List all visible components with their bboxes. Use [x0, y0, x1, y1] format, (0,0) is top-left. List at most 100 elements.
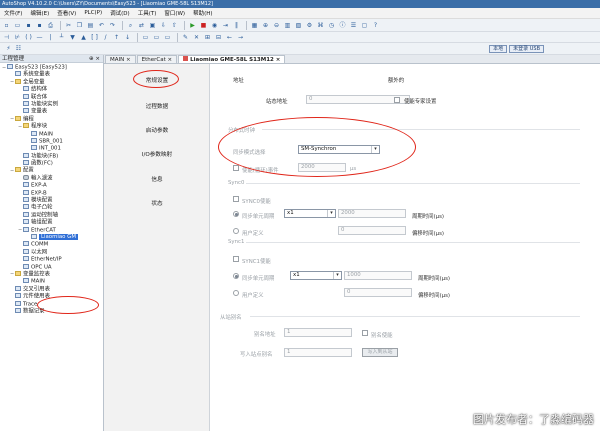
sync0-multiplier-select[interactable]: x1 ▾	[284, 209, 336, 218]
sync0-user-field[interactable]: 0	[338, 226, 406, 235]
print-icon[interactable]: ⎙	[46, 21, 55, 30]
grid-icon[interactable]: ▥	[283, 21, 292, 30]
stop-icon[interactable]: ■	[199, 21, 208, 30]
chart-icon[interactable]: ▧	[294, 21, 303, 30]
menu-debug[interactable]: 调试(D)	[106, 9, 134, 17]
find-icon[interactable]: ⌕	[126, 21, 135, 30]
sync1-user-field[interactable]: 0	[344, 288, 412, 297]
down-arrow-icon[interactable]: ▼	[68, 33, 77, 42]
delete-icon[interactable]: ✕	[192, 33, 201, 42]
tab-close-icon[interactable]: ×	[168, 57, 173, 63]
sync1-unit-cycle-radio[interactable]	[233, 273, 239, 279]
tree-item[interactable]: MAIN	[0, 130, 103, 138]
sync-unit-checkbox[interactable]	[233, 165, 239, 171]
save-all-icon[interactable]: ▪	[35, 21, 44, 30]
block-icon-2[interactable]: ▭	[152, 33, 161, 42]
tree-item[interactable]: − 变量监控表	[0, 270, 103, 278]
nav-startup-params[interactable]: 启动参数	[104, 126, 210, 134]
menu-plc[interactable]: PLC(P)	[80, 10, 106, 16]
menu-edit[interactable]: 编辑(E)	[26, 9, 53, 17]
copy-icon[interactable]: ❐	[75, 21, 84, 30]
redo-icon[interactable]: ↷	[108, 21, 117, 30]
download-icon[interactable]: ⇩	[159, 21, 168, 30]
branch-icon[interactable]: ┴	[57, 33, 66, 42]
alias-enable-checkbox[interactable]	[362, 330, 368, 336]
upload-icon[interactable]: ⇧	[170, 21, 179, 30]
tab-main[interactable]: MAIN ×	[105, 55, 136, 63]
tab-ethercat[interactable]: EtherCat ×	[136, 55, 178, 63]
tree-item[interactable]: 轴组配置	[0, 219, 103, 226]
tree-item[interactable]: − 程序块	[0, 123, 103, 130]
up-arrow-icon[interactable]: ▲	[79, 33, 88, 42]
open-folder-icon[interactable]: ▭	[13, 21, 22, 30]
tree-item[interactable]: − 配置	[0, 167, 103, 174]
sync1-multiplier-select[interactable]: x1 ▾	[290, 271, 342, 280]
menu-view[interactable]: 查看(V)	[53, 9, 80, 17]
tree-item[interactable]: 輸入濾波	[0, 174, 103, 182]
invert-icon[interactable]: /	[101, 33, 110, 42]
sync0-enable-checkbox[interactable]	[233, 196, 239, 202]
new-file-icon[interactable]: ▫	[2, 21, 11, 30]
sync1-enable-checkbox[interactable]	[233, 256, 239, 262]
tab-close-icon[interactable]: ×	[126, 57, 131, 63]
falling-edge-icon[interactable]: ↓	[123, 33, 132, 42]
run-icon[interactable]: ▶	[188, 21, 197, 30]
tree-item[interactable]: − Easy523 [Easy523]	[0, 64, 103, 71]
sync1-user-defined-radio[interactable]	[233, 290, 239, 296]
insert-row-icon[interactable]: ⊞	[203, 33, 212, 42]
tree-item[interactable]: 电子凸轮	[0, 204, 103, 211]
step-icon[interactable]: ⇥	[221, 21, 230, 30]
tree-item[interactable]: EtherNet/IP	[0, 256, 103, 263]
rising-edge-icon[interactable]: ↑	[112, 33, 121, 42]
clock-icon[interactable]: ◷	[327, 21, 336, 30]
delete-row-icon[interactable]: ⊟	[214, 33, 223, 42]
tree-item[interactable]: 功能块(FB)	[0, 152, 103, 160]
tree-item[interactable]: 运动控制轴	[0, 211, 103, 219]
tree-item[interactable]: EXP-B	[0, 189, 103, 197]
chevron-down-icon[interactable]: ▾	[327, 210, 335, 217]
alias-address-field[interactable]: 1	[284, 328, 352, 337]
tree-item[interactable]: SBR_001	[0, 137, 103, 145]
zoom-in-icon[interactable]: ⊕	[261, 21, 270, 30]
nav-io-mapping[interactable]: I/O参数映射	[104, 150, 210, 158]
cut-icon[interactable]: ✂	[64, 21, 73, 30]
menu-help[interactable]: 帮助(H)	[189, 9, 216, 17]
pause-icon[interactable]: ‖	[232, 21, 241, 30]
write-to-slave-button[interactable]: 写入到从站	[362, 348, 398, 357]
undo-icon[interactable]: ↶	[97, 21, 106, 30]
tree-item[interactable]: − EtherCAT	[0, 226, 103, 234]
tree-item[interactable]: 模块配置	[0, 197, 103, 204]
nav-process-data[interactable]: 过程数据	[104, 102, 210, 110]
sync1-cycle-field[interactable]: 1000	[344, 271, 412, 280]
tree-item[interactable]: 以太网	[0, 248, 103, 256]
tree-item[interactable]: INT_001	[0, 145, 103, 152]
tree-item[interactable]: OPC UA	[0, 263, 103, 271]
block-icon[interactable]: ▭	[141, 33, 150, 42]
settings-icon[interactable]: ⚙	[305, 21, 314, 30]
menu-window[interactable]: 窗口(W)	[160, 9, 189, 17]
comment-icon[interactable]: ✎	[181, 33, 190, 42]
contact-nc-icon[interactable]: ⊬	[13, 33, 22, 42]
tree-item[interactable]: 联合体	[0, 93, 103, 101]
network-icon[interactable]: ⌘	[316, 21, 325, 30]
sync0-unit-cycle-radio[interactable]	[233, 211, 239, 217]
block-icon-3[interactable]: ▭	[163, 33, 172, 42]
zoom-out-icon[interactable]: ⊖	[272, 21, 281, 30]
tree-item[interactable]: 结构体	[0, 86, 103, 93]
vline-icon[interactable]: |	[46, 33, 55, 42]
tree-item[interactable]: 函数(FC)	[0, 160, 103, 167]
instruction-icon[interactable]: [ ]	[90, 33, 99, 42]
tree-item[interactable]: 交叉引用表	[0, 285, 103, 293]
write-alias-field[interactable]: 1	[284, 348, 352, 357]
panel-pin-icon[interactable]: ⊕ ×	[89, 55, 100, 63]
sync0-user-defined-radio[interactable]	[233, 228, 239, 234]
tree-item[interactable]: − 编程	[0, 115, 103, 123]
tree-item[interactable]: Liaomiao GM	[0, 233, 103, 241]
tree-item[interactable]: 系统变量表	[0, 71, 103, 78]
tree-item[interactable]: 功能块实例	[0, 100, 103, 108]
coil-icon[interactable]: ( )	[24, 33, 33, 42]
window-list-icon[interactable]: ☷	[14, 44, 23, 53]
tree-item[interactable]: − 全局变量	[0, 78, 103, 86]
replace-icon[interactable]: ⇄	[137, 21, 146, 30]
sync0-cycle-field[interactable]: 2000	[338, 209, 406, 218]
